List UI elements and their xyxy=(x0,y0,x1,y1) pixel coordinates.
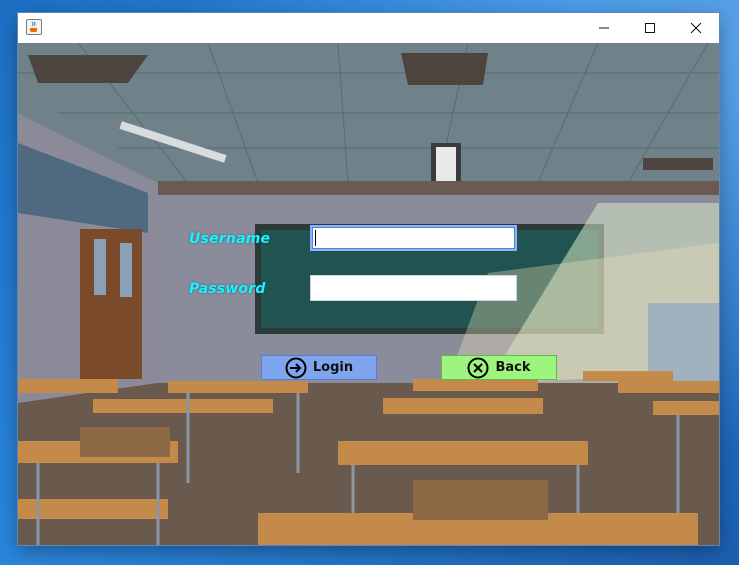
login-window: Username Password Login Back xyxy=(18,13,719,545)
maximize-icon xyxy=(645,23,655,33)
login-button[interactable]: Login xyxy=(261,355,377,380)
arrow-right-circle-icon xyxy=(285,357,307,378)
title-bar xyxy=(18,13,719,43)
text-cursor xyxy=(315,230,316,246)
password-input[interactable] xyxy=(310,275,517,301)
minimize-icon xyxy=(599,27,609,29)
close-button[interactable] xyxy=(673,13,719,43)
back-button[interactable]: Back xyxy=(441,355,557,380)
username-label: Username xyxy=(189,231,271,247)
classroom-background: Username Password Login Back xyxy=(18,43,719,545)
minimize-button[interactable] xyxy=(581,13,627,43)
login-button-label: Login xyxy=(312,360,354,375)
back-button-label: Back xyxy=(495,360,531,375)
password-label: Password xyxy=(189,281,266,297)
username-input[interactable] xyxy=(310,225,517,251)
close-icon xyxy=(690,22,702,34)
x-circle-icon xyxy=(467,357,489,378)
maximize-button[interactable] xyxy=(627,13,673,43)
java-cup-icon xyxy=(26,19,42,35)
